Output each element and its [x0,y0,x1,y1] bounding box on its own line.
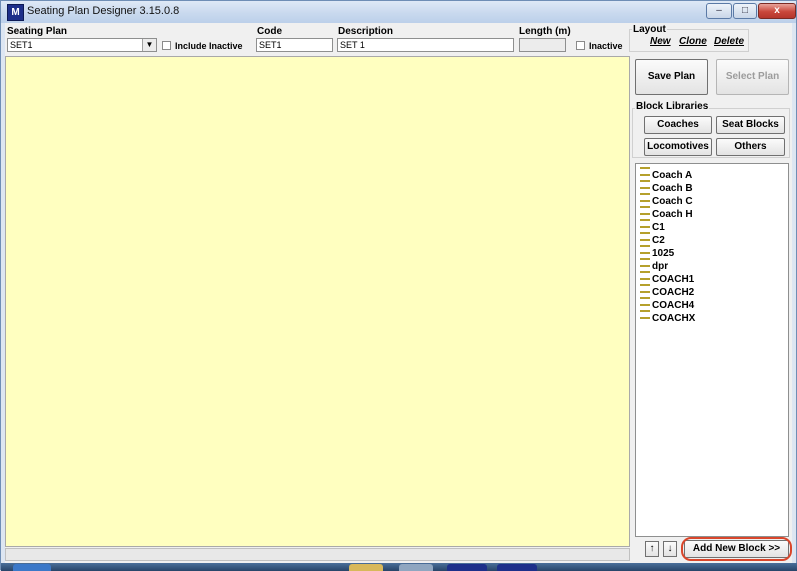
title-bar[interactable]: M Seating Plan Designer 3.15.0.8 – □ x [1,1,796,23]
list-item[interactable]: Coach B [640,180,693,194]
layout-new-link[interactable]: New [650,36,671,47]
horizontal-scrollbar[interactable] [5,548,630,561]
list-item[interactable]: COACHX [640,310,696,324]
block-icon [640,232,650,241]
maximize-button[interactable]: □ [733,3,757,19]
select-plan-button[interactable]: Select Plan [716,59,789,95]
block-icon [640,310,650,319]
chevron-down-icon[interactable]: ▼ [142,39,156,51]
save-plan-button[interactable]: Save Plan [635,59,708,95]
block-icon [640,284,650,293]
block-name: COACHX [652,313,696,324]
arrow-up-icon: ↑ [649,543,655,554]
code-field[interactable]: SET1 [256,38,333,52]
app-window: M Seating Plan Designer 3.15.0.8 – □ x S… [0,0,797,571]
client-area: Seating Plan SET1 ▼ Include Inactive Cod… [5,23,792,563]
block-icon [640,193,650,202]
arrow-down-icon: ↓ [667,543,673,554]
coaches-button[interactable]: Coaches [644,116,712,134]
list-item[interactable]: Coach H [640,206,693,220]
list-item[interactable]: COACH1 [640,271,694,285]
locomotives-button[interactable]: Locomotives [644,138,712,156]
seat-blocks-button[interactable]: Seat Blocks [716,116,785,134]
description-label: Description [338,26,394,37]
layout-delete-link[interactable]: Delete [714,36,744,47]
close-button[interactable]: x [758,3,796,19]
code-label: Code [257,26,282,37]
inactive-checkbox[interactable] [576,41,585,50]
window-title: Seating Plan Designer 3.15.0.8 [27,5,180,17]
seating-plan-canvas[interactable] [5,56,630,547]
block-icon [640,206,650,215]
list-item[interactable]: 1025 [640,245,674,259]
move-down-button[interactable]: ↓ [663,541,677,557]
include-inactive-label: Include Inactive [175,41,243,51]
list-item[interactable]: C1 [640,219,665,233]
seating-plan-label: Seating Plan [7,26,68,37]
block-icon [640,219,650,228]
include-inactive-checkbox[interactable] [162,41,171,50]
list-item[interactable]: COACH2 [640,284,694,298]
block-icon [640,167,650,176]
length-label: Length (m) [519,26,571,37]
block-icon [640,245,650,254]
list-item[interactable]: Coach C [640,193,693,207]
block-icon [640,258,650,267]
block-icon [640,180,650,189]
list-item[interactable]: Coach A [640,167,692,181]
block-libraries-title: Block Libraries [635,101,710,112]
minimize-button[interactable]: – [706,3,732,19]
list-item[interactable]: COACH4 [640,297,694,311]
app-icon: M [7,4,24,21]
others-button[interactable]: Others [716,138,785,156]
inactive-label: Inactive [589,41,623,51]
highlight-annotation [681,537,792,561]
layout-clone-link[interactable]: Clone [679,36,707,47]
move-up-button[interactable]: ↑ [645,541,659,557]
layout-title: Layout [632,24,667,35]
block-icon [640,297,650,306]
seating-plan-value: SET1 [10,40,33,50]
seating-plan-combo[interactable]: SET1 ▼ [7,38,157,52]
description-field[interactable]: SET 1 [337,38,514,52]
list-item[interactable]: dpr [640,258,668,272]
list-item[interactable]: C2 [640,232,665,246]
length-field[interactable] [519,38,566,52]
block-icon [640,271,650,280]
blocks-list[interactable]: Coach A Coach B Coach C Coach H C1 C2 1025 dpr C… [635,163,789,537]
